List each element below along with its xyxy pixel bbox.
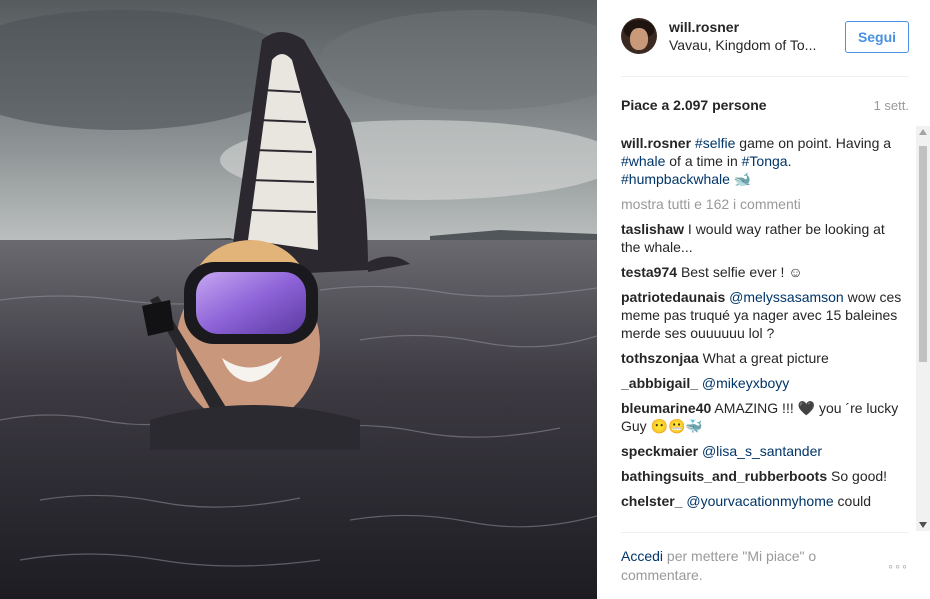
comment-username[interactable]: testa974 (621, 264, 677, 280)
comment-item: speckmaier @lisa_s_santander (621, 442, 903, 460)
comments-list[interactable]: will.rosner #selfie game on point. Havin… (621, 134, 903, 528)
scroll-thumb[interactable] (919, 146, 927, 362)
comment-item: bleumarine40 AMAZING !!! 🖤 you ´re lucky… (621, 399, 903, 435)
hashtag-link[interactable]: #whale (621, 153, 665, 169)
comment-text: Best selfie ever ! ☺ (680, 264, 803, 280)
comments-scrollbar[interactable] (916, 126, 930, 531)
follow-button[interactable]: Segui (845, 21, 909, 53)
comment-username[interactable]: bathingsuits_and_rubberboots (621, 468, 827, 484)
comment-username[interactable]: patriotedaunais (621, 289, 725, 305)
comment-username[interactable]: speckmaier (621, 443, 698, 459)
mention-link[interactable]: @melyssasamson (729, 289, 844, 305)
login-prompt: Accedi per mettere "Mi piace" o commenta… (621, 547, 856, 585)
comment-username[interactable]: taslishaw (621, 221, 684, 237)
scroll-up-arrow-icon[interactable] (919, 129, 927, 135)
comment-item: _abbbigail_ @mikeyxboyy (621, 374, 903, 392)
more-options-icon[interactable]: ◦◦◦ (888, 558, 909, 574)
hashtag-link[interactable]: #Tonga (742, 153, 788, 169)
avatar[interactable] (621, 18, 657, 54)
comment-item: tothszonjaa What a great picture (621, 349, 903, 367)
mention-link[interactable]: @yourvacationmyhome (686, 493, 833, 509)
likes-row: Piace a 2.097 persone 1 sett. (621, 97, 909, 117)
caption-text: of a time in (669, 153, 738, 169)
mention-link[interactable]: @mikeyxboyy (702, 375, 789, 391)
post-window: will.rosner Vavau, Kingdom of To... Segu… (0, 0, 930, 599)
hashtag-link[interactable]: #selfie (695, 135, 735, 151)
hashtag-link[interactable]: #humpbackwhale (621, 171, 730, 187)
mention-link[interactable]: @lisa_s_santander (702, 443, 822, 459)
caption-username[interactable]: will.rosner (621, 135, 691, 151)
comment-username[interactable]: chelster_ (621, 493, 682, 509)
comment-item: chelster_ @yourvacationmyhome could (621, 492, 903, 510)
caption-text: . (787, 153, 792, 169)
avatar-face (630, 28, 648, 50)
comment-text: So good! (831, 468, 888, 484)
post-time[interactable]: 1 sett. (874, 98, 909, 113)
post-header: will.rosner Vavau, Kingdom of To... Segu… (621, 16, 909, 77)
username-link[interactable]: will.rosner (669, 19, 739, 35)
likes-count[interactable]: Piace a 2.097 persone (621, 97, 767, 113)
location-link[interactable]: Vavau, Kingdom of To... (669, 37, 816, 53)
comment-text: What a great picture (702, 350, 829, 366)
scroll-down-arrow-icon[interactable] (919, 522, 927, 528)
comment-item: taslishaw I would way rather be looking … (621, 220, 903, 256)
post-photo[interactable] (0, 0, 597, 599)
caption: will.rosner #selfie game on point. Havin… (621, 134, 903, 188)
comment-item: patriotedaunais @melyssasamson wow ces m… (621, 288, 903, 342)
caption-text: game on point. Having a (739, 135, 892, 151)
comment-username[interactable]: tothszonjaa (621, 350, 699, 366)
login-link[interactable]: Accedi (621, 548, 663, 564)
show-all-comments-link[interactable]: mostra tutti e 162 i commenti (621, 195, 903, 213)
whale-emoji-icon: 🐋 (733, 171, 752, 187)
comment-text: could (837, 493, 872, 509)
comment-username[interactable]: bleumarine40 (621, 400, 711, 416)
comment-username[interactable]: _abbbigail_ (621, 375, 698, 391)
comment-item: testa974 Best selfie ever ! ☺ (621, 263, 903, 281)
post-footer: Accedi per mettere "Mi piace" o commenta… (621, 532, 909, 593)
photo-illustration (0, 0, 597, 599)
comment-item: bathingsuits_and_rubberboots So good! (621, 467, 903, 485)
